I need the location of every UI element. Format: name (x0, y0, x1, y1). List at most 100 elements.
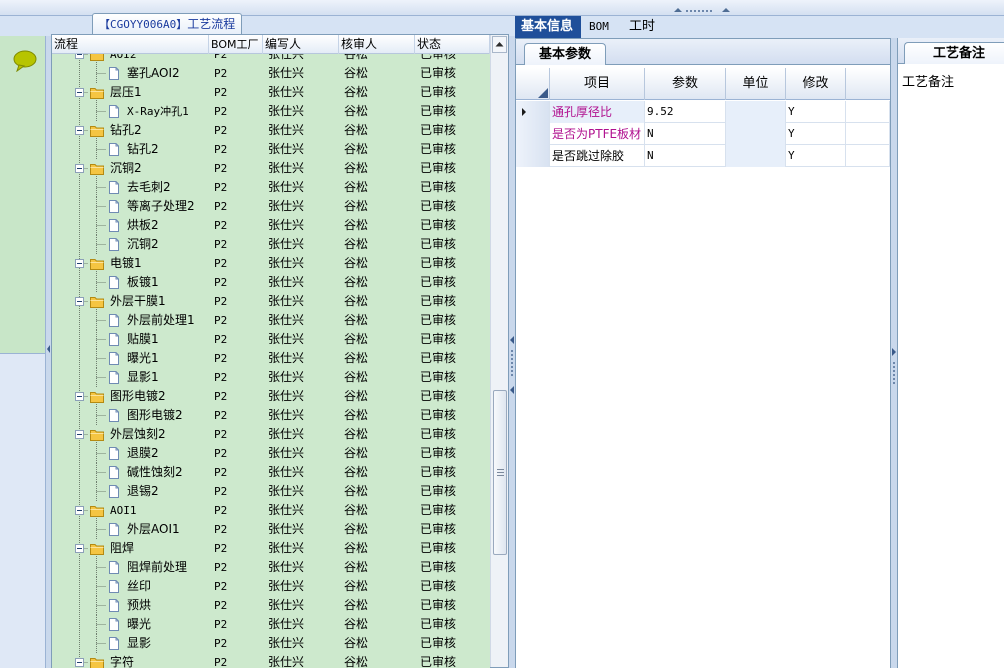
tree-row[interactable]: 曝光1 P2 张仕兴 谷松 已审核 (52, 349, 490, 368)
tree-row[interactable]: 图形电镀2 P2 张仕兴 谷松 已审核 (52, 406, 490, 425)
tree-row[interactable]: 层压1 P2 张仕兴 谷松 已审核 (52, 83, 490, 102)
tree-row[interactable]: 曝光 P2 张仕兴 谷松 已审核 (52, 615, 490, 634)
tree-row[interactable]: 显影 P2 张仕兴 谷松 已审核 (52, 634, 490, 653)
tab-process-notes[interactable]: 工艺备注 (904, 42, 1004, 64)
tree-row[interactable]: 阻焊 P2 张仕兴 谷松 已审核 (52, 539, 490, 558)
tree-row[interactable]: 去毛刺2 P2 张仕兴 谷松 已审核 (52, 178, 490, 197)
col-header-bom-factory[interactable]: BOM工厂 (209, 35, 263, 54)
tree-node-label: 字符 (110, 655, 135, 668)
row-header[interactable] (516, 123, 550, 145)
tab-basic-info[interactable]: 基本信息 (515, 16, 581, 38)
col-header-writer[interactable]: 编写人 (263, 35, 339, 54)
tree-row[interactable]: 外层干膜1 P2 张仕兴 谷松 已审核 (52, 292, 490, 311)
reviewer-cell: 谷松 (344, 560, 369, 574)
tree-row[interactable]: 塞孔AOI2 P2 张仕兴 谷松 已审核 (52, 64, 490, 83)
param-empty-cell[interactable] (846, 145, 890, 167)
tree-row[interactable]: 阻焊前处理 P2 张仕兴 谷松 已审核 (52, 558, 490, 577)
collapse-node-icon[interactable] (75, 430, 84, 439)
document-icon (109, 219, 119, 232)
document-icon (109, 181, 119, 194)
tree-row[interactable]: 字符 P2 张仕兴 谷松 已审核 (52, 653, 490, 668)
tree-row[interactable]: 外层前处理1 P2 张仕兴 谷松 已审核 (52, 311, 490, 330)
collapse-node-icon[interactable] (75, 126, 84, 135)
col-header-process[interactable]: 流程 (52, 35, 209, 54)
collapse-node-icon[interactable] (75, 544, 84, 553)
col-header-param[interactable]: 参数 (645, 68, 726, 100)
param-empty-cell[interactable] (846, 123, 890, 145)
writer-cell: 张仕兴 (268, 370, 305, 384)
param-item-cell[interactable]: 通孔厚径比 (550, 101, 645, 123)
tree-row[interactable]: X-Ray冲孔1 P2 张仕兴 谷松 已审核 (52, 102, 490, 121)
writer-cell: 张仕兴 (268, 503, 305, 517)
param-unit-cell[interactable] (726, 123, 786, 145)
row-header[interactable] (516, 145, 550, 167)
tree-row[interactable]: 丝印 P2 张仕兴 谷松 已审核 (52, 577, 490, 596)
tree-node-label: 电镀1 (110, 256, 142, 270)
param-modify-cell[interactable]: Y (786, 145, 846, 167)
param-value-cell[interactable]: 9.52 (645, 101, 726, 123)
reviewer-cell: 谷松 (344, 465, 369, 479)
param-modify-cell[interactable]: Y (786, 101, 846, 123)
col-header-unit[interactable]: 单位 (726, 68, 786, 100)
param-item-cell[interactable]: 是否为PTFE板材 (550, 123, 645, 145)
collapse-node-icon[interactable] (75, 297, 84, 306)
col-header-item[interactable]: 项目 (550, 68, 645, 100)
tree-row[interactable]: 退锡2 P2 张仕兴 谷松 已审核 (52, 482, 490, 501)
tree-node-label: 曝光1 (127, 351, 159, 365)
param-unit-cell[interactable] (726, 101, 786, 123)
collapse-node-icon[interactable] (75, 88, 84, 97)
tree-row[interactable]: 钻孔2 P2 张仕兴 谷松 已审核 (52, 121, 490, 140)
tree-row[interactable]: 电镀1 P2 张仕兴 谷松 已审核 (52, 254, 490, 273)
tab-basic-params[interactable]: 基本参数 (524, 43, 607, 65)
row-header[interactable] (516, 101, 550, 123)
tree-row[interactable]: 显影1 P2 张仕兴 谷松 已审核 (52, 368, 490, 387)
bom-factory-cell: P2 (214, 314, 228, 327)
writer-cell: 张仕兴 (268, 541, 305, 555)
chat-bubble-icon[interactable] (13, 50, 37, 72)
scroll-up-icon[interactable] (492, 36, 507, 53)
tree-row[interactable]: AOI2 P2 张仕兴 谷松 已审核 (52, 54, 490, 64)
col-header-modify[interactable]: 修改 (786, 68, 846, 100)
collapse-node-icon[interactable] (75, 259, 84, 268)
tab-bom[interactable]: BOM (583, 16, 621, 38)
tree-row[interactable]: 板镀1 P2 张仕兴 谷松 已审核 (52, 273, 490, 292)
tree-row[interactable]: 图形电镀2 P2 张仕兴 谷松 已审核 (52, 387, 490, 406)
tree-row[interactable]: 沉铜2 P2 张仕兴 谷松 已审核 (52, 235, 490, 254)
collapse-node-icon[interactable] (75, 506, 84, 515)
param-value-cell[interactable]: N (645, 123, 726, 145)
param-modify-cell[interactable]: Y (786, 123, 846, 145)
tree-scrollbar[interactable] (490, 35, 508, 667)
tree-row[interactable]: AOI1 P2 张仕兴 谷松 已审核 (52, 501, 490, 520)
tree-row[interactable]: 烘板2 P2 张仕兴 谷松 已审核 (52, 216, 490, 235)
tree-row[interactable]: 预烘 P2 张仕兴 谷松 已审核 (52, 596, 490, 615)
tree-row[interactable]: 等离子处理2 P2 张仕兴 谷松 已审核 (52, 197, 490, 216)
status-cell: 已审核 (420, 636, 457, 650)
tree-row[interactable]: 贴膜1 P2 张仕兴 谷松 已审核 (52, 330, 490, 349)
collapse-node-icon[interactable] (75, 164, 84, 173)
param-row[interactable]: 是否为PTFE板材 N Y (516, 123, 890, 145)
collapse-node-icon[interactable] (75, 54, 84, 59)
col-header-status[interactable]: 状态 (415, 35, 490, 54)
writer-cell: 张仕兴 (268, 123, 305, 137)
col-header-reviewer[interactable]: 核审人 (339, 35, 415, 54)
collapse-node-icon[interactable] (75, 392, 84, 401)
param-empty-cell[interactable] (846, 101, 890, 123)
param-unit-cell[interactable] (726, 145, 786, 167)
param-value-cell[interactable]: N (645, 145, 726, 167)
param-row[interactable]: 通孔厚径比 9.52 Y (516, 101, 890, 123)
tree-row[interactable]: 碱性蚀刻2 P2 张仕兴 谷松 已审核 (52, 463, 490, 482)
tree-row[interactable]: 沉铜2 P2 张仕兴 谷松 已审核 (52, 159, 490, 178)
tree-row[interactable]: 退膜2 P2 张仕兴 谷松 已审核 (52, 444, 490, 463)
param-row[interactable]: 是否跳过除胶 N Y (516, 145, 890, 167)
grid-corner[interactable] (516, 68, 550, 100)
scroll-thumb[interactable] (493, 390, 507, 555)
status-cell: 已审核 (420, 446, 457, 460)
tree-row[interactable]: 外层AOI1 P2 张仕兴 谷松 已审核 (52, 520, 490, 539)
reviewer-cell: 谷松 (344, 142, 369, 156)
tree-row[interactable]: 外层蚀刻2 P2 张仕兴 谷松 已审核 (52, 425, 490, 444)
tab-man-hours[interactable]: 工时 (623, 16, 667, 38)
top-splitter-grip[interactable] (672, 0, 732, 14)
tree-row[interactable]: 钻孔2 P2 张仕兴 谷松 已审核 (52, 140, 490, 159)
param-item-cell[interactable]: 是否跳过除胶 (550, 145, 645, 167)
collapse-node-icon[interactable] (75, 658, 84, 667)
